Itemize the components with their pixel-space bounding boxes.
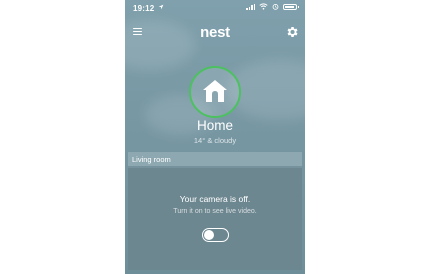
camera-hint: Turn it on to see live video. [173,208,257,215]
location-arrow-icon [158,4,164,10]
battery-icon [283,3,299,10]
wifi-icon [259,3,268,10]
room-name: Living room [132,155,171,164]
camera-panel[interactable]: Your camera is off. Turn it on to see li… [128,168,302,270]
nest-app-screen: 19:12 nest Home 14° & cloudy Living room… [125,0,305,274]
gear-icon[interactable] [285,25,299,39]
nest-logo: nest [200,24,230,41]
home-structure-button[interactable] [189,66,241,118]
toggle-knob [204,229,214,240]
alarm-icon [272,3,279,10]
room-header: Living room [128,152,302,166]
cellular-signal-icon [246,3,255,10]
camera-toggle[interactable] [202,228,229,242]
room-card: Living room Your camera is off. Turn it … [128,152,302,270]
structure-name: Home [196,118,233,133]
status-time: 19:12 [133,4,155,13]
structure-weather: 14° & cloudy [193,136,237,145]
home-icon [203,80,227,102]
app-bar: nest [125,18,305,42]
status-bar: 19:12 [125,0,305,16]
camera-status: Your camera is off. [179,194,251,204]
status-indicators [246,3,299,10]
